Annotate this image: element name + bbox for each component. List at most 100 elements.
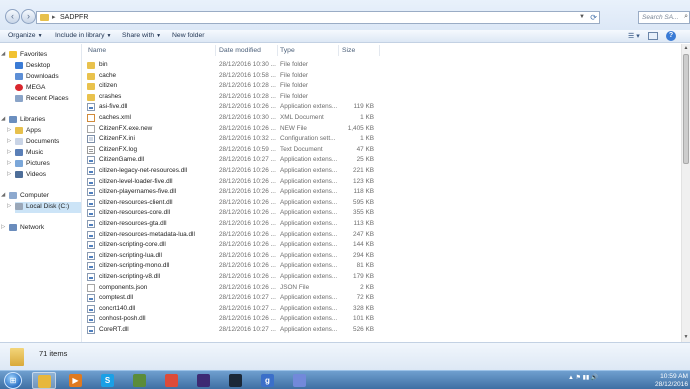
nav-music[interactable]: ▷ Music: [7, 148, 81, 159]
new-folder-button[interactable]: New folder: [172, 32, 205, 39]
nav-mega[interactable]: MEGA: [15, 83, 81, 94]
file-row[interactable]: asi-five.dll 28/12/2016 10:26 ... Applicat…: [83, 102, 680, 112]
downloads-icon: [15, 73, 23, 80]
help-icon[interactable]: ?: [666, 31, 676, 41]
collapse-triangle-icon[interactable]: ▷: [7, 149, 11, 155]
file-row[interactable]: CoreRT.dll 28/12/2016 10:27 ... Applicatio…: [83, 325, 680, 335]
share-with-button[interactable]: Share with ▼: [122, 32, 161, 39]
expand-triangle-icon[interactable]: ◢: [1, 116, 5, 122]
nav-favorites[interactable]: ◢ Favorites: [1, 50, 81, 61]
nav-downloads[interactable]: Downloads: [15, 72, 81, 83]
breadcrumb-path[interactable]: SADPFR: [60, 14, 88, 21]
taskbar-media-player-button[interactable]: ▶: [64, 372, 88, 389]
breadcrumb-chevron-icon[interactable]: ▸: [52, 13, 56, 21]
file-row[interactable]: citizen 28/12/2016 10:28 ... File folder: [83, 81, 680, 91]
file-row[interactable]: citizen-scripting-lua.dll 28/12/2016 10:2…: [83, 251, 680, 261]
file-row[interactable]: bin 28/12/2016 10:30 ... File folder: [83, 60, 680, 70]
nav-local-disk[interactable]: ▷ Local Disk (C:): [7, 202, 81, 213]
collapse-triangle-icon[interactable]: ▷: [7, 171, 11, 177]
file-row[interactable]: conhost-posh.dll 28/12/2016 10:26 ... Appl…: [83, 314, 680, 324]
nav-recent-label: Recent Places: [26, 95, 69, 102]
file-row[interactable]: cache 28/12/2016 10:58 ... File folder: [83, 71, 680, 81]
file-row[interactable]: citizen-resources-gta.dll 28/12/2016 10:2…: [83, 219, 680, 229]
include-in-library-button[interactable]: Include in library ▼: [55, 32, 111, 39]
address-dropdown-icon[interactable]: ▼: [579, 14, 585, 20]
search-input[interactable]: Search SA... ⌕: [638, 11, 690, 24]
collapse-triangle-icon[interactable]: ▷: [7, 203, 11, 209]
nav-pictures[interactable]: ▷ Pictures: [7, 159, 81, 170]
file-row[interactable]: crashes 28/12/2016 10:28 ... File folder: [83, 92, 680, 102]
file-row[interactable]: CitizenFX.exe.new 28/12/2016 10:26 ... NEW…: [83, 124, 680, 134]
address-bar[interactable]: ▸ SADPFR ▼ ⟳: [36, 11, 600, 24]
file-row[interactable]: CitizenFX.log 28/12/2016 10:59 ... Text Do…: [83, 145, 680, 155]
nav-network[interactable]: ▷ Network: [1, 223, 81, 234]
command-bar: Organize ▼ Include in library ▼ Share with…: [0, 30, 690, 43]
organize-button[interactable]: Organize ▼: [8, 32, 43, 39]
preview-pane-icon[interactable]: [648, 32, 658, 40]
nav-documents[interactable]: ▷ Documents: [7, 137, 81, 148]
taskbar-skype-button[interactable]: S: [96, 372, 120, 389]
expand-triangle-icon[interactable]: ◢: [1, 192, 5, 198]
notification-area[interactable]: ▲ ⚑ ▮▮ 🔊: [568, 374, 598, 381]
nav-desktop[interactable]: Desktop: [15, 61, 81, 72]
column-divider[interactable]: [379, 45, 380, 56]
nav-recent-places[interactable]: Recent Places: [15, 94, 81, 105]
file-row[interactable]: citizen-level-loader-five.dll 28/12/2016 …: [83, 177, 680, 187]
file-row[interactable]: citizen-scripting-mono.dll 28/12/2016 10:…: [83, 261, 680, 271]
nav-apps[interactable]: ▷ Apps: [7, 126, 81, 137]
start-button[interactable]: ⊞: [4, 372, 22, 389]
column-header-size[interactable]: Size: [342, 47, 355, 54]
column-divider[interactable]: [277, 45, 278, 56]
nav-desktop-label: Desktop: [26, 62, 51, 69]
nav-libraries[interactable]: ◢ Libraries: [1, 115, 81, 126]
clock[interactable]: 10:59 AM 28/12/2016: [640, 373, 688, 388]
taskbar-minecraft-button[interactable]: [128, 372, 152, 389]
file-row[interactable]: citizen-resources-client.dll 28/12/2016 1…: [83, 198, 680, 208]
taskbar-gmod-button[interactable]: g: [256, 372, 280, 389]
view-options-icon[interactable]: ☰ ▾: [628, 32, 640, 40]
file-row[interactable]: citizen-playernames-five.dll 28/12/2016 1…: [83, 187, 680, 197]
column-header-name[interactable]: Name: [88, 47, 106, 54]
file-row[interactable]: CitizenFX.ini 28/12/2016 10:32 ... Configu…: [83, 134, 680, 144]
forward-button[interactable]: ›: [21, 9, 36, 24]
nav-videos[interactable]: ▷ Videos: [7, 170, 81, 181]
taskbar-discord-button[interactable]: [288, 372, 312, 389]
collapse-triangle-icon[interactable]: ▷: [7, 160, 11, 166]
file-row[interactable]: concrt140.dll 28/12/2016 10:27 ... Applica…: [83, 304, 680, 314]
collapse-triangle-icon[interactable]: ▷: [7, 127, 11, 133]
taskbar-steam-button[interactable]: [224, 372, 248, 389]
scroll-down-icon[interactable]: ▼: [682, 333, 690, 342]
scroll-up-icon[interactable]: ▲: [682, 44, 690, 53]
file-row[interactable]: citizen-scripting-v8.dll 28/12/2016 10:26…: [83, 272, 680, 282]
vertical-scrollbar[interactable]: ▲ ▼: [681, 44, 690, 342]
refresh-icon[interactable]: ⟳: [590, 13, 597, 22]
file-row[interactable]: caches.xml 28/12/2016 10:30 ... XML Docume…: [83, 113, 680, 123]
file-row[interactable]: citizen-resources-metadata-lua.dll 28/12/…: [83, 230, 680, 240]
drive-icon: [15, 203, 23, 210]
file-name: CoreRT.dll: [99, 326, 129, 333]
scrollbar-thumb[interactable]: [683, 54, 689, 164]
file-row[interactable]: comptest.dll 28/12/2016 10:27 ... Applicat…: [83, 293, 680, 303]
file-list[interactable]: Name Date modified Type Size bin 28/12/20…: [83, 44, 680, 342]
collapse-triangle-icon[interactable]: ▷: [1, 224, 5, 230]
file-row[interactable]: citizen-scripting-core.dll 28/12/2016 10:…: [83, 240, 680, 250]
file-date: 28/12/2016 10:26 ...: [219, 273, 276, 280]
column-header-type[interactable]: Type: [280, 47, 295, 54]
nav-computer[interactable]: ◢ Computer: [1, 191, 81, 202]
taskbar-visual-studio-button[interactable]: [192, 372, 216, 389]
column-divider[interactable]: [215, 45, 216, 56]
expand-triangle-icon[interactable]: ◢: [1, 51, 5, 57]
column-divider[interactable]: [338, 45, 339, 56]
file-row[interactable]: citizen-resources-core.dll 28/12/2016 10:…: [83, 208, 680, 218]
file-type: Application extens...: [280, 241, 338, 249]
file-row[interactable]: citizen-legacy-net-resources.dll 28/12/20…: [83, 166, 680, 176]
back-button[interactable]: ‹: [5, 9, 20, 24]
file-row[interactable]: CitizenGame.dll 28/12/2016 10:27 ... Appli…: [83, 155, 680, 165]
column-header-date[interactable]: Date modified: [219, 47, 261, 54]
file-row[interactable]: components.json 28/12/2016 10:26 ... JSON …: [83, 283, 680, 293]
folder-icon: [10, 348, 24, 366]
taskbar-explorer-button[interactable]: [32, 372, 56, 389]
collapse-triangle-icon[interactable]: ▷: [7, 138, 11, 144]
search-icon[interactable]: ⌕: [684, 13, 688, 21]
taskbar-chrome-button[interactable]: [160, 372, 184, 389]
